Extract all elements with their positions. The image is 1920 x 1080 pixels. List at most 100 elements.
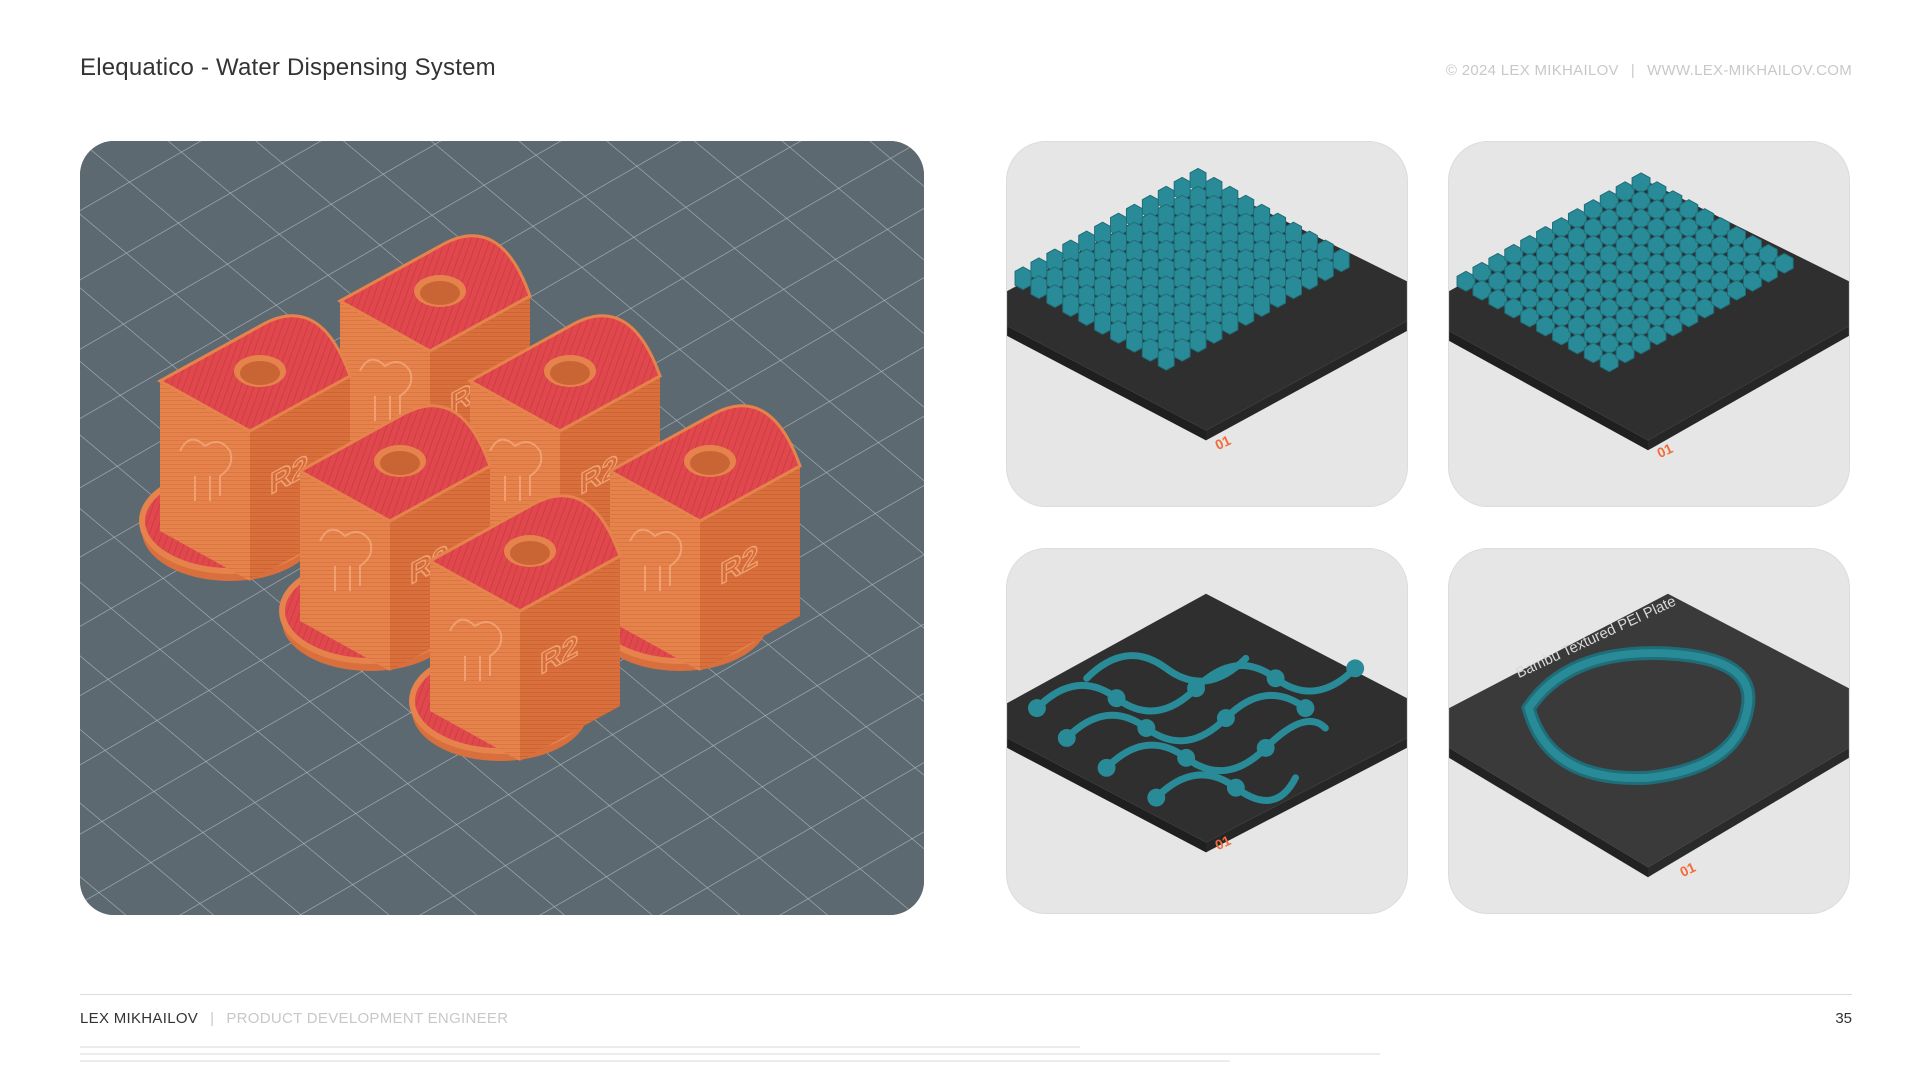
copyright-line: © 2024 LEX MIKHAILOV | WWW.LEX-MIKHAILOV.C… <box>1446 62 1852 79</box>
printed-block <box>1727 261 1746 283</box>
author-name: LEX MIKHAILOV <box>80 1010 199 1027</box>
printed-block <box>1599 261 1619 283</box>
printed-block <box>1472 261 1492 283</box>
printed-block <box>1679 270 1699 292</box>
printed-block <box>1520 270 1540 292</box>
printed-block <box>1030 275 1048 300</box>
thumbnail-plate-2: 01 <box>1448 141 1850 507</box>
build-plate-grid-illustration: 01 <box>1007 167 1407 453</box>
printed-block <box>1285 275 1302 300</box>
printed-block <box>1504 297 1524 319</box>
printed-block <box>1647 270 1667 292</box>
printed-block <box>1157 346 1175 371</box>
build-plate-linked-illustration: 01 <box>1007 593 1407 853</box>
printed-block <box>1488 252 1508 274</box>
printed-block <box>1742 234 1762 256</box>
printed-block <box>1567 226 1587 247</box>
printed-block <box>1583 288 1603 310</box>
printed-block <box>1695 208 1715 230</box>
printed-block <box>1679 199 1699 221</box>
printed-block <box>1332 248 1350 273</box>
printed-block <box>1647 234 1667 256</box>
printed-block <box>1269 284 1287 309</box>
printed-block <box>1567 333 1587 355</box>
printed-block <box>1663 279 1683 301</box>
printed-block <box>1631 190 1651 212</box>
printed-block <box>1599 208 1619 230</box>
printed-block <box>1583 342 1603 364</box>
printed-block <box>1014 266 1032 291</box>
printed-block <box>1647 306 1667 328</box>
printed-block <box>1536 279 1556 301</box>
printed-block <box>1536 226 1556 247</box>
printed-block <box>1078 302 1096 326</box>
printed-block <box>1599 243 1619 265</box>
printed-block <box>1711 234 1731 256</box>
printed-block <box>1663 226 1683 247</box>
printed-block <box>1631 226 1651 247</box>
printed-block <box>1488 288 1508 310</box>
printed-block <box>1520 306 1540 328</box>
printed-block <box>1615 270 1635 292</box>
printed-block <box>1742 252 1762 274</box>
page-title: Elequatico - Water Dispensing System <box>80 54 496 81</box>
printed-block <box>1583 270 1603 292</box>
printed-block <box>1647 324 1667 346</box>
website-link[interactable]: WWW.LEX-MIKHAILOV.COM <box>1647 62 1852 79</box>
copyright-text: © 2024 LEX MIKHAILOV <box>1445 62 1619 79</box>
footer-divider <box>80 994 1852 995</box>
printed-block <box>1758 243 1778 265</box>
printed-block <box>1679 306 1699 328</box>
printed-block <box>1141 337 1159 362</box>
printed-block <box>1727 279 1746 301</box>
printed-block <box>1552 217 1571 238</box>
printed-block <box>1742 270 1762 292</box>
page-number: 35 <box>1835 1010 1852 1027</box>
printed-block <box>1615 199 1635 221</box>
printed-parts-illustration: R2 <box>80 141 924 915</box>
plate-number: 01 <box>1677 859 1698 880</box>
printed-block <box>1567 208 1587 230</box>
printed-block <box>1536 315 1556 337</box>
printed-block <box>1520 252 1540 274</box>
printed-block <box>1695 261 1715 283</box>
printed-block <box>1189 329 1207 353</box>
printed-block <box>1552 270 1571 292</box>
printed-block <box>1679 252 1699 274</box>
printed-block <box>1663 190 1683 212</box>
printed-block <box>1679 217 1699 238</box>
printed-block <box>1647 181 1667 203</box>
printed-block <box>1615 342 1635 364</box>
printed-block <box>1552 306 1571 328</box>
printed-block <box>1520 288 1540 310</box>
printed-block <box>1173 337 1191 362</box>
printed-block <box>1237 302 1255 326</box>
printed-block <box>1456 270 1476 292</box>
printed-block <box>1663 261 1683 283</box>
printed-block <box>1567 243 1587 265</box>
printed-block <box>1094 311 1112 335</box>
printed-block <box>1631 279 1651 301</box>
printed-block <box>1205 320 1223 344</box>
printed-block <box>1679 288 1699 310</box>
printed-block <box>1488 270 1508 292</box>
printed-block <box>1774 252 1794 274</box>
fine-print <box>80 1046 1380 1068</box>
printed-block <box>1615 234 1635 256</box>
printed-block <box>1711 270 1731 292</box>
printed-block <box>1599 351 1619 373</box>
printed-block <box>1695 243 1715 265</box>
printed-block <box>1062 293 1080 318</box>
printed-block <box>1552 324 1571 346</box>
printed-block <box>1504 279 1524 301</box>
printed-block <box>1615 306 1635 328</box>
printed-block <box>1567 297 1587 319</box>
printed-block <box>1552 288 1571 310</box>
printed-block <box>1599 226 1619 247</box>
printed-block <box>1567 279 1587 301</box>
printed-block <box>1567 315 1587 337</box>
printed-block <box>1599 315 1619 337</box>
printed-block <box>1583 324 1603 346</box>
printed-block <box>1631 333 1651 355</box>
printed-block <box>1615 288 1635 310</box>
